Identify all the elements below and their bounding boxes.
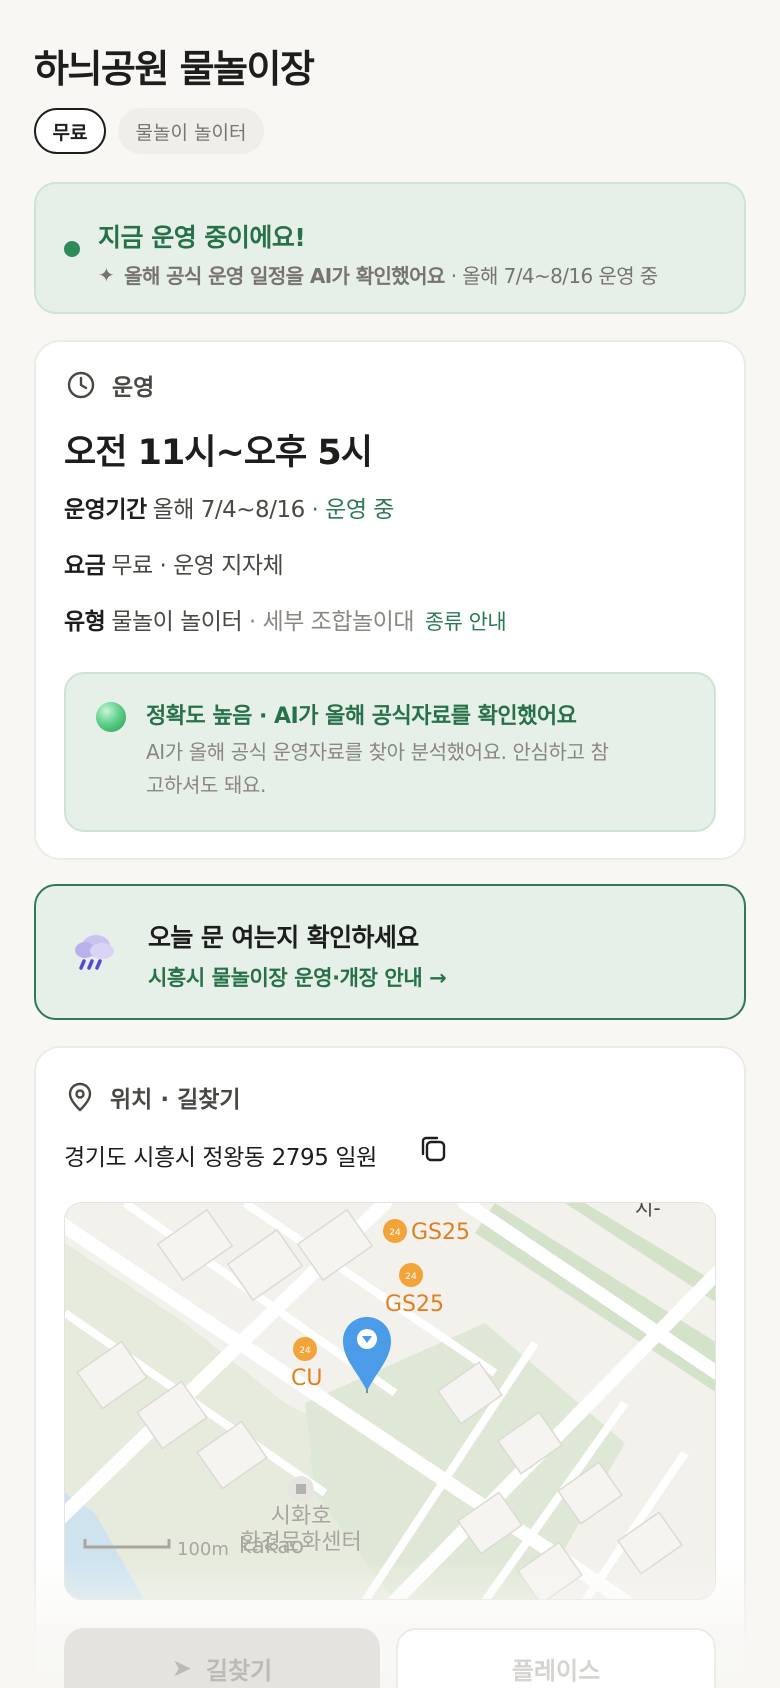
type-value: 물놀이 놀이터 (111, 609, 243, 635)
operation-heading: 운영 (66, 368, 154, 402)
copy-icon[interactable] (418, 1134, 448, 1168)
cu-poi-icon[interactable]: 24 (293, 1337, 317, 1361)
operating-hours: 오전 11시~오후 5시 (64, 433, 373, 473)
fee-label: 요금 (64, 553, 106, 579)
status-card: 지금 운영 중이에요! ✦ 올해 공식 운영 일정을 AI가 확인했어요 · 올… (34, 182, 746, 314)
map-attribution: kakao (239, 1534, 304, 1559)
cta-title: 오늘 문 여는지 확인하세요 (148, 923, 419, 952)
period-label: 운영기간 (64, 497, 147, 523)
chip-free[interactable]: 무료 (34, 108, 106, 154)
status-subtitle: ✦ 올해 공식 운영 일정을 AI가 확인했어요 · 올해 7/4~8/16 운… (98, 260, 658, 289)
status-ai-note: 올해 공식 운영 일정을 AI가 확인했어요 (124, 264, 445, 288)
rain-cloud-icon (72, 930, 118, 976)
sparkle-icon: ✦ (98, 262, 115, 287)
location-heading-label: 위치 · 길찾기 (110, 1087, 241, 1113)
fee-row: 요금 무료 · 운영 지자체 (64, 546, 284, 580)
type-row: 유형 물놀이 놀이터 · 세부 조합놀이대 종류 안내 (64, 602, 507, 636)
poi-center-line1: 시화호 (271, 1504, 332, 1529)
navigate-button-label: 길찾기 (205, 1656, 273, 1685)
place-button-label: 플레이스 (511, 1656, 601, 1685)
place-button[interactable]: 플레이스 (396, 1628, 716, 1688)
map-corner-text: 시- (635, 1203, 661, 1220)
poi-cu[interactable]: CU (291, 1366, 322, 1391)
operation-heading-label: 운영 (112, 375, 155, 401)
type-guide-link[interactable]: 종류 안내 (425, 610, 507, 634)
clock-icon (67, 371, 95, 399)
svg-text:24: 24 (389, 1228, 401, 1238)
poi-gs25-b[interactable]: GS25 (385, 1292, 444, 1317)
period-row: 운영기간 올해 7/4~8/16 · 운영 중 (64, 490, 394, 524)
navigate-arrow-icon: ➤ (171, 1654, 192, 1682)
status-period: · 올해 7/4~8/16 운영 중 (450, 264, 658, 288)
accuracy-box: 정확도 높음 · AI가 올해 공식자료를 확인했어요 AI가 올해 공식 운영… (64, 672, 716, 832)
fee-value: 무료 · 운영 지자체 (111, 553, 284, 579)
operation-card: 운영 오전 11시~오후 5시 운영기간 올해 7/4~8/16 · 운영 중 요… (34, 340, 746, 860)
accuracy-body: AI가 올해 공식 운영자료를 찾아 분석했어요. 안심하고 참고하셔도 돼요. (146, 740, 609, 797)
place-detail-page: 하늬공원 물놀이장 무료 물놀이 놀이터 지금 운영 중이에요! ✦ 올해 공식… (0, 0, 780, 1688)
navigate-button[interactable]: ➤ 길찾기 (64, 1628, 380, 1688)
period-value: 올해 7/4~8/16 (152, 497, 306, 523)
address-text: 경기도 시흥시 정왕동 2795 일원 (64, 1145, 377, 1171)
location-pin-icon (68, 1082, 92, 1112)
map-scale-label: 100m (177, 1539, 229, 1560)
gs25-poi-icon[interactable]: 24 (383, 1219, 407, 1243)
status-dot-icon (64, 241, 80, 257)
chip-type[interactable]: 물놀이 놀이터 (118, 108, 264, 154)
svg-text:24: 24 (299, 1346, 311, 1356)
gs25-poi-icon-2[interactable]: 24 (399, 1263, 423, 1287)
center-poi-icon[interactable] (288, 1476, 314, 1502)
map-view[interactable]: 24 GS25 24 GS25 24 CU 시화호 환경문화센터 시- 100m… (64, 1202, 716, 1600)
poi-gs25-a[interactable]: GS25 (411, 1220, 470, 1245)
status-title: 지금 운영 중이에요! (98, 223, 306, 252)
type-label: 유형 (64, 609, 106, 635)
location-heading: 위치 · 길찾기 (66, 1080, 241, 1114)
page-title: 하늬공원 물놀이장 (34, 47, 315, 91)
period-status: · 운영 중 (311, 497, 395, 523)
svg-text:24: 24 (405, 1272, 417, 1282)
accuracy-orb-icon (96, 702, 126, 732)
cta-link[interactable]: 시흥시 물놀이장 운영·개장 안내 → (148, 962, 447, 992)
open-check-card[interactable]: 오늘 문 여는지 확인하세요 시흥시 물놀이장 운영·개장 안내 → (34, 884, 746, 1020)
type-detail: · 세부 조합놀이대 (248, 609, 415, 635)
accuracy-title: 정확도 높음 · AI가 올해 공식자료를 확인했어요 (146, 704, 577, 729)
